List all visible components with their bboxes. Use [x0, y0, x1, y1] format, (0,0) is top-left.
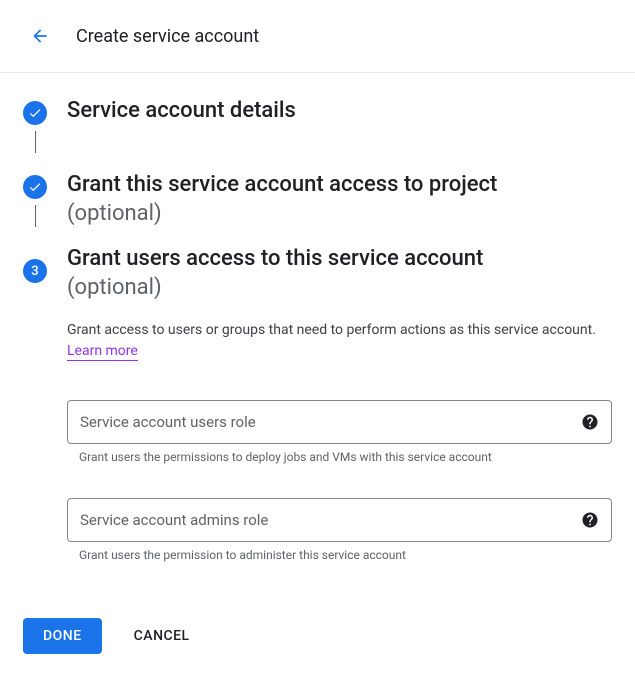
help-icon — [581, 413, 599, 431]
step-3-description: Grant access to users or groups that nee… — [67, 320, 612, 362]
step-1-body: Service account details — [67, 97, 612, 126]
arrow-left-icon — [30, 26, 50, 46]
step-connector — [35, 131, 36, 153]
step-3-optional: (optional) — [67, 274, 612, 303]
users-role-field-group: Grant users the permissions to deploy jo… — [67, 400, 612, 464]
cancel-button[interactable]: CANCEL — [134, 628, 190, 644]
users-role-hint: Grant users the permissions to deploy jo… — [67, 450, 612, 464]
action-row: DONE CANCEL — [23, 618, 612, 654]
users-role-help-icon[interactable] — [581, 413, 599, 431]
admins-role-help-icon[interactable] — [581, 511, 599, 529]
check-icon — [28, 106, 42, 120]
help-icon — [581, 511, 599, 529]
step-indicator-col: 3 — [23, 245, 47, 283]
page-title: Create service account — [76, 26, 259, 47]
page-header: Create service account — [0, 0, 635, 73]
done-button[interactable]: DONE — [23, 618, 102, 654]
admins-role-field-group: Grant users the permission to administer… — [67, 498, 612, 562]
step-2-optional: (optional) — [67, 200, 612, 229]
step-1: Service account details — [23, 97, 612, 159]
step-3: 3 Grant users access to this service acc… — [23, 245, 612, 562]
step-1-indicator[interactable] — [23, 101, 47, 125]
admins-role-input-wrapper — [67, 498, 612, 542]
admins-role-hint: Grant users the permission to administer… — [67, 548, 612, 562]
content-area: Service account details Grant this servi… — [0, 73, 635, 678]
step-3-indicator: 3 — [23, 259, 47, 283]
users-role-input-wrapper — [67, 400, 612, 444]
step-2: Grant this service account access to pro… — [23, 171, 612, 233]
step-3-body: Grant users access to this service accou… — [67, 245, 612, 562]
step-2-body: Grant this service account access to pro… — [67, 171, 612, 228]
step-2-indicator[interactable] — [23, 175, 47, 199]
check-icon — [28, 180, 42, 194]
step-3-description-text: Grant access to users or groups that nee… — [67, 322, 596, 338]
step-3-title: Grant users access to this service accou… — [67, 245, 612, 274]
admins-role-input[interactable] — [80, 511, 573, 529]
step-connector — [35, 205, 36, 227]
step-1-title[interactable]: Service account details — [67, 97, 612, 126]
step-2-title[interactable]: Grant this service account access to pro… — [67, 171, 612, 200]
learn-more-link[interactable]: Learn more — [67, 343, 138, 361]
step-indicator-col — [23, 97, 47, 159]
users-role-input[interactable] — [80, 413, 573, 431]
back-button[interactable] — [20, 16, 60, 56]
step-indicator-col — [23, 171, 47, 233]
